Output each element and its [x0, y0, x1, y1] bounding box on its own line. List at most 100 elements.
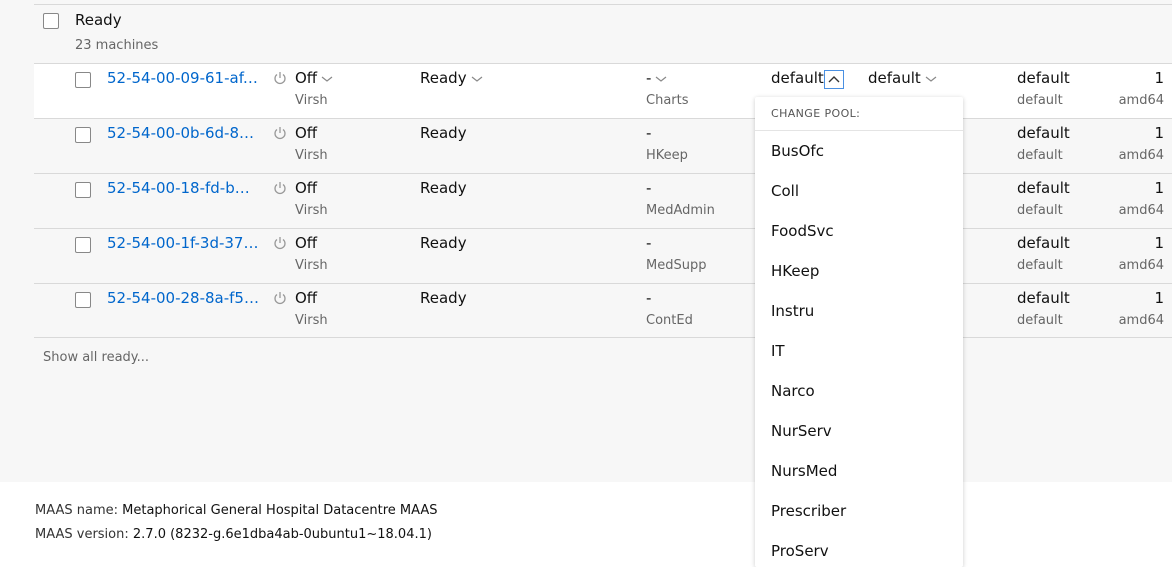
owner: - — [646, 179, 652, 197]
power-icon — [274, 72, 286, 85]
table-row: 52-54-00-28-8a-f5.maas Off Virsh Ready -… — [34, 283, 1172, 338]
cores: 1 — [1154, 179, 1164, 197]
cores: 1 — [1154, 69, 1164, 87]
maas-version-value: 2.7.0 (8232-g.6e1dba4ab-0ubuntu1~18.04.1… — [132, 527, 432, 542]
power-type: Virsh — [295, 93, 328, 108]
group-select-checkbox[interactable] — [43, 13, 59, 29]
domain-sub: default — [1017, 313, 1063, 328]
row-checkbox[interactable] — [75, 237, 91, 253]
machine-fqdn-link[interactable]: 52-54-00-09-61-af.maas — [107, 69, 259, 87]
change-pool-dropdown: CHANGE POOL: BusOfc Coll FoodSvc HKeep I… — [755, 97, 963, 567]
divider — [755, 130, 963, 131]
domain: default — [1017, 179, 1070, 197]
zone-menu[interactable]: default — [868, 69, 937, 87]
arch: amd64 — [1118, 258, 1164, 273]
power-state: Off — [295, 69, 318, 87]
power-type: Virsh — [295, 258, 328, 273]
maas-version-label: MAAS version: — [35, 527, 129, 542]
status: Ready — [420, 69, 467, 87]
cores: 1 — [1154, 124, 1164, 142]
footer: MAAS name: Metaphorical General Hospital… — [0, 482, 1172, 567]
domain: default — [1017, 69, 1070, 87]
row-checkbox[interactable] — [75, 127, 91, 143]
owner: - — [646, 124, 652, 142]
tag: Charts — [646, 93, 689, 108]
pool-option[interactable]: NursMed — [771, 462, 837, 480]
status: Ready — [420, 124, 467, 142]
row-checkbox[interactable] — [75, 72, 91, 88]
power-state: Off — [295, 179, 318, 197]
pool-option[interactable]: FoodSvc — [771, 222, 834, 240]
pool-option[interactable]: Narco — [771, 382, 815, 400]
zone: default — [868, 69, 921, 87]
chevron-down-icon — [925, 76, 937, 82]
tag: MedSupp — [646, 258, 707, 273]
domain-sub: default — [1017, 258, 1063, 273]
owner: - — [646, 69, 652, 87]
maas-name-value: Metaphorical General Hospital Datacentre… — [122, 503, 438, 518]
domain: default — [1017, 234, 1070, 252]
arch: amd64 — [1118, 313, 1164, 328]
arch: amd64 — [1118, 148, 1164, 163]
power-type: Virsh — [295, 313, 328, 328]
domain-sub: default — [1017, 148, 1063, 163]
machine-fqdn-link[interactable]: 52-54-00-0b-6d-8c.maas — [107, 124, 259, 142]
pool-menu-toggle[interactable] — [824, 70, 844, 89]
domain: default — [1017, 124, 1070, 142]
row-checkbox[interactable] — [75, 182, 91, 198]
table-row: 52-54-00-18-fd-b4.maas Off Virsh Ready -… — [34, 173, 1172, 228]
show-all-link[interactable]: Show all ready... — [43, 350, 149, 365]
machine-list: Ready 23 machines 52-54-00-09-61-af.maas… — [0, 0, 1172, 482]
chevron-down-icon — [321, 76, 333, 82]
status: Ready — [420, 234, 467, 252]
power-icon — [274, 237, 286, 250]
machine-fqdn-link[interactable]: 52-54-00-1f-3d-37.maas — [107, 234, 259, 252]
status: Ready — [420, 179, 467, 197]
pool: default — [771, 69, 824, 87]
owner-menu[interactable]: - — [646, 69, 667, 87]
power-icon — [274, 127, 286, 140]
divider — [34, 4, 1172, 5]
chevron-up-icon — [828, 76, 840, 83]
pool-option[interactable]: IT — [771, 342, 785, 360]
pool-option[interactable]: NurServ — [771, 422, 832, 440]
machine-fqdn-link[interactable]: 52-54-00-28-8a-f5.maas — [107, 289, 259, 307]
power-state: Off — [295, 234, 318, 252]
arch: amd64 — [1118, 93, 1164, 108]
group-title: Ready — [75, 11, 122, 29]
pool-option[interactable]: HKeep — [771, 262, 819, 280]
power-icon — [274, 182, 286, 195]
table-row: 52-54-00-1f-3d-37.maas Off Virsh Ready -… — [34, 228, 1172, 283]
owner: - — [646, 289, 652, 307]
status: Ready — [420, 289, 467, 307]
maas-name-label: MAAS name: — [35, 503, 118, 518]
tag: HKeep — [646, 148, 688, 163]
chevron-down-icon — [471, 76, 482, 82]
status-menu[interactable]: Ready — [420, 69, 483, 87]
table-row: 52-54-00-09-61-af.maas Off Virsh Ready -… — [34, 63, 1172, 118]
chevron-down-icon — [656, 76, 667, 82]
domain: default — [1017, 289, 1070, 307]
table-row: 52-54-00-0b-6d-8c.maas Off Virsh Ready -… — [34, 118, 1172, 173]
power-state: Off — [295, 124, 318, 142]
pool-option[interactable]: Coll — [771, 182, 799, 200]
tag: ContEd — [646, 313, 693, 328]
power-type: Virsh — [295, 148, 328, 163]
maas-name: MAAS name: Metaphorical General Hospital… — [35, 503, 438, 518]
arch: amd64 — [1118, 203, 1164, 218]
power-type: Virsh — [295, 203, 328, 218]
cores: 1 — [1154, 289, 1164, 307]
machine-fqdn-link[interactable]: 52-54-00-18-fd-b4.maas — [107, 179, 259, 197]
owner: - — [646, 234, 652, 252]
pool-option[interactable]: Instru — [771, 302, 814, 320]
power-state-menu[interactable]: Off — [295, 69, 333, 87]
pool-option[interactable]: Prescriber — [771, 502, 846, 520]
row-checkbox[interactable] — [75, 292, 91, 308]
power-state: Off — [295, 289, 318, 307]
pool-option[interactable]: BusOfc — [771, 142, 824, 160]
cores: 1 — [1154, 234, 1164, 252]
power-icon — [274, 292, 286, 305]
domain-sub: default — [1017, 93, 1063, 108]
dropdown-header: CHANGE POOL: — [771, 107, 861, 120]
pool-option[interactable]: ProServ — [771, 542, 829, 560]
